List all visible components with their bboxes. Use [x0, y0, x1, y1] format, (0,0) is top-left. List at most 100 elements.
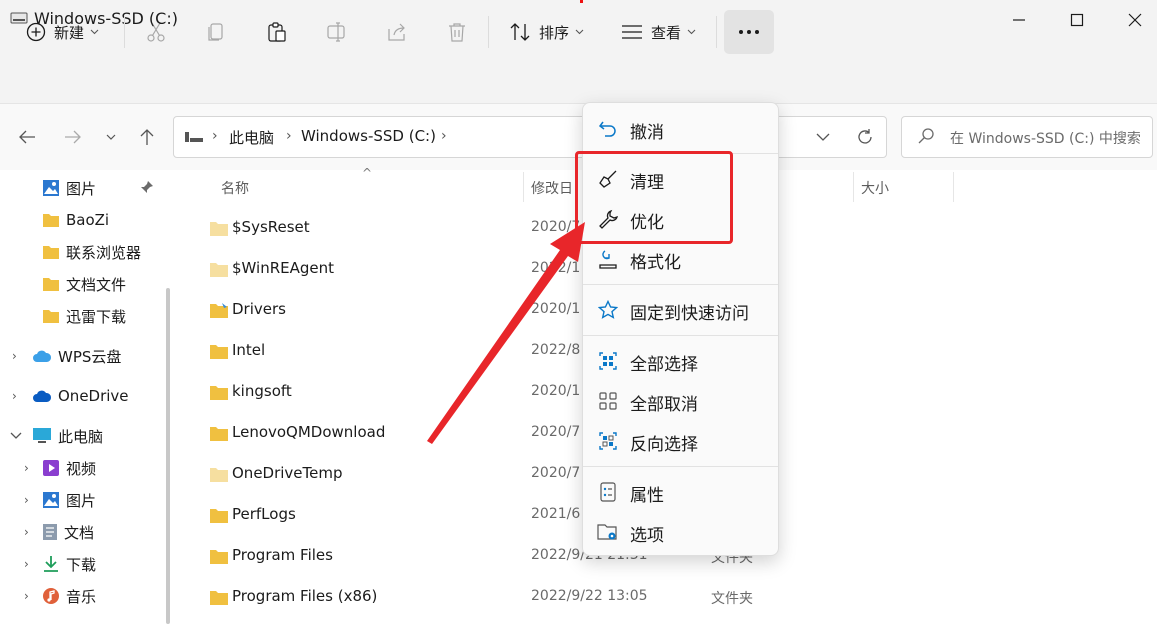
- picture-icon: [43, 492, 59, 508]
- chevron-right-icon[interactable]: ›: [24, 493, 29, 507]
- star-icon: [598, 300, 618, 319]
- file-name: OneDriveTemp: [232, 464, 343, 482]
- arrow-up-icon: [140, 129, 154, 145]
- file-name: LenovoQMDownload: [232, 423, 386, 441]
- recent-locations-button[interactable]: [98, 124, 124, 150]
- close-icon: [1128, 13, 1142, 27]
- sidebar-item-label: 图片: [66, 179, 97, 198]
- up-button[interactable]: [134, 124, 160, 150]
- sidebar-scrollbar[interactable]: [166, 288, 170, 624]
- folder-icon: [210, 386, 228, 400]
- chevron-down-icon: [687, 29, 696, 35]
- properties-icon: [600, 482, 616, 502]
- menu-item-options[interactable]: 选项: [583, 511, 778, 551]
- breadcrumb-this-pc[interactable]: 此电脑: [229, 127, 274, 148]
- column-divider[interactable]: [953, 172, 954, 202]
- more-options-button[interactable]: [724, 10, 774, 54]
- folder-icon: [210, 303, 228, 318]
- sidebar-item-pictures-quick[interactable]: 图片: [42, 174, 96, 202]
- chevron-right-icon[interactable]: ›: [24, 557, 29, 571]
- new-button[interactable]: 新建: [26, 14, 99, 50]
- menu-item-format[interactable]: 格式化: [583, 238, 778, 278]
- rename-button[interactable]: [326, 14, 348, 50]
- sidebar-item-label: 下载: [66, 555, 97, 574]
- chevron-down-icon: [575, 29, 584, 35]
- column-divider[interactable]: [523, 172, 524, 202]
- paste-button[interactable]: [266, 14, 288, 50]
- back-button[interactable]: [14, 124, 40, 150]
- menu-item-undo[interactable]: 撤消: [583, 108, 778, 148]
- sidebar-item-label: BaoZi: [66, 211, 110, 229]
- chevron-down-icon[interactable]: [10, 432, 22, 440]
- menu-item-properties[interactable]: 属性: [583, 471, 778, 511]
- sidebar-item-onedrive[interactable]: OneDrive: [32, 382, 129, 410]
- rename-icon: [327, 22, 345, 42]
- refresh-button[interactable]: [852, 124, 878, 150]
- breadcrumb-drive[interactable]: Windows-SSD (C:): [301, 127, 436, 145]
- sidebar-item-label: 此电脑: [58, 427, 104, 446]
- sidebar-item-baozi[interactable]: BaoZi: [42, 206, 109, 234]
- chevron-down-icon: [90, 29, 99, 35]
- sidebar-item-pictures[interactable]: 图片: [42, 486, 96, 514]
- file-name: Drivers: [232, 300, 286, 318]
- cut-button[interactable]: [145, 14, 167, 50]
- address-dropdown-button[interactable]: [810, 124, 836, 150]
- computer-icon: [185, 132, 203, 142]
- sidebar-item-xunlei[interactable]: 迅雷下载: [42, 302, 126, 330]
- file-type: 文件夹: [711, 591, 753, 607]
- forward-button[interactable]: [60, 124, 86, 150]
- file-date: 2020/7: [531, 219, 581, 235]
- menu-item-select-none[interactable]: 全部取消: [583, 380, 778, 420]
- sidebar-item-music[interactable]: 音乐: [42, 582, 96, 610]
- table-row[interactable]: Program Files (x86) 2022/9/22 13:05 文件夹: [205, 580, 1005, 614]
- file-name: kingsoft: [232, 382, 292, 400]
- menu-item-select-all[interactable]: 全部选择: [583, 340, 778, 380]
- chevron-down-icon: [106, 134, 116, 140]
- address-bar[interactable]: [173, 116, 887, 158]
- menu-item-label: 反向选择: [630, 435, 698, 455]
- sidebar-item-wps[interactable]: WPS云盘: [32, 342, 121, 370]
- sidebar-item-browser[interactable]: 联系浏览器: [42, 238, 141, 266]
- sort-button[interactable]: 排序: [509, 14, 584, 50]
- menu-item-invert-selection[interactable]: 反向选择: [583, 420, 778, 460]
- minimize-button[interactable]: [990, 0, 1048, 40]
- refresh-icon: [858, 129, 872, 144]
- file-date: 2022/9/22 13:05: [531, 588, 648, 604]
- sidebar-item-this-pc[interactable]: 此电脑: [32, 422, 103, 450]
- file-name: PerfLogs: [232, 505, 296, 523]
- chevron-right-icon[interactable]: ›: [12, 349, 17, 363]
- sidebar-item-downloads[interactable]: 下载: [42, 550, 96, 578]
- toolbar-divider: [488, 16, 489, 48]
- column-header-name[interactable]: 名称: [221, 178, 249, 198]
- column-header-date[interactable]: 修改日: [531, 178, 573, 198]
- options-icon: [597, 524, 617, 540]
- pin-icon[interactable]: [140, 180, 154, 194]
- view-button[interactable]: 查看: [621, 14, 696, 50]
- chevron-right-icon[interactable]: ›: [24, 461, 29, 475]
- sidebar-item-videos[interactable]: 视频: [42, 454, 96, 482]
- close-button[interactable]: [1106, 0, 1157, 40]
- delete-button[interactable]: [446, 14, 468, 50]
- chevron-right-icon[interactable]: ›: [24, 589, 29, 603]
- menu-item-label: 固定到快速访问: [630, 304, 749, 324]
- file-name: $SysReset: [232, 218, 310, 236]
- sidebar-item-label: 图片: [66, 491, 97, 510]
- sidebar-item-label: 音乐: [66, 587, 97, 606]
- chevron-right-icon[interactable]: ›: [12, 389, 17, 403]
- column-header-size[interactable]: 大小: [861, 178, 889, 198]
- folder-icon: [210, 345, 228, 359]
- new-button-label: 新建: [54, 23, 85, 42]
- copy-button[interactable]: [205, 14, 227, 50]
- minimize-icon: [1013, 19, 1025, 21]
- breadcrumb-separator: ›: [441, 128, 447, 144]
- sidebar-item-documents[interactable]: 文档: [42, 518, 94, 546]
- column-divider[interactable]: [853, 172, 854, 202]
- folder-icon: [43, 310, 59, 323]
- breadcrumb-separator: ›: [212, 128, 218, 144]
- download-icon: [44, 556, 58, 572]
- menu-item-pin-quick-access[interactable]: 固定到快速访问: [583, 289, 778, 329]
- maximize-button[interactable]: [1048, 0, 1106, 40]
- chevron-right-icon[interactable]: ›: [24, 525, 29, 539]
- sidebar-item-doc-files[interactable]: 文档文件: [42, 270, 126, 298]
- share-button[interactable]: [386, 14, 408, 50]
